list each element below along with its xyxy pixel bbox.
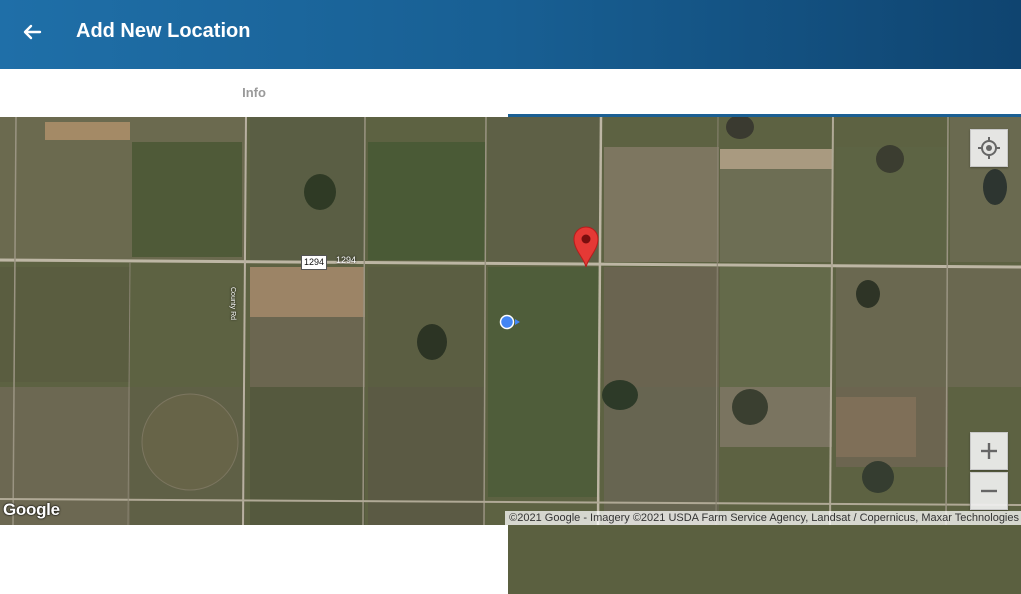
minus-icon xyxy=(981,489,997,493)
google-logo: Google xyxy=(3,500,60,519)
crosshair-icon xyxy=(978,137,1000,159)
app-bar: Add New Location xyxy=(0,0,1021,69)
location-dot-icon xyxy=(499,314,523,330)
map-attribution[interactable]: ©2021 Google - Imagery ©2021 USDA Farm S… xyxy=(505,511,1021,525)
tab-bar: Info Map xyxy=(0,69,1021,594)
plus-icon xyxy=(981,443,997,459)
zoom-in-button[interactable] xyxy=(970,432,1008,470)
road-label: 1294 xyxy=(336,255,357,265)
map-pin-icon[interactable] xyxy=(570,222,602,268)
map-view[interactable]: 1294 1294 County Rd Google ©2021 Google … xyxy=(0,117,1021,525)
zoom-out-button[interactable] xyxy=(970,472,1008,510)
arrow-left-icon[interactable] xyxy=(18,18,46,46)
county-road-label: County Rd xyxy=(229,287,236,321)
my-location-button[interactable] xyxy=(970,129,1008,167)
page-title: Add New Location xyxy=(76,20,251,42)
road-shield: 1294 xyxy=(301,255,327,270)
tab-info[interactable]: Info xyxy=(0,69,508,117)
